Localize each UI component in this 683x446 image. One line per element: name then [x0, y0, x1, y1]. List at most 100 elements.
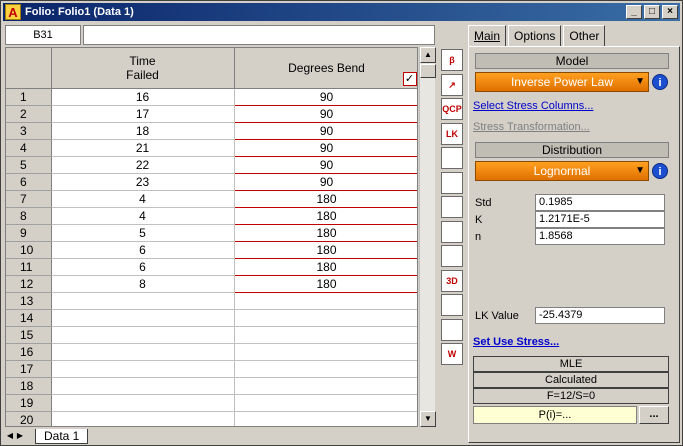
- formula-bar[interactable]: [83, 25, 435, 45]
- cell-degrees-bend[interactable]: [234, 394, 417, 412]
- row-header[interactable]: 9: [6, 224, 52, 242]
- tab-options[interactable]: Options: [508, 25, 562, 47]
- cell-time-failed[interactable]: 22: [51, 156, 235, 174]
- select-stress-columns-link[interactable]: Select Stress Columns...: [473, 100, 593, 112]
- scroll-down-arrow-icon[interactable]: ▼: [420, 411, 436, 427]
- row-header[interactable]: 2: [6, 105, 52, 123]
- plot-tool-icon[interactable]: ↗: [441, 73, 463, 96]
- model-info-icon[interactable]: i: [652, 74, 668, 90]
- cell-time-failed[interactable]: 6: [51, 241, 235, 259]
- cell-degrees-bend[interactable]: [234, 360, 417, 378]
- row-header[interactable]: 5: [6, 156, 52, 174]
- cell-time-failed[interactable]: 21: [51, 139, 235, 157]
- row-header[interactable]: 13: [6, 292, 52, 310]
- tag-tool-icon[interactable]: [441, 294, 463, 316]
- cell-degrees-bend[interactable]: 180: [233, 223, 417, 242]
- cell-time-failed[interactable]: 17: [51, 105, 235, 123]
- grid-tool-icon[interactable]: [441, 147, 463, 169]
- cell-time-failed[interactable]: 4: [51, 207, 235, 225]
- row-header[interactable]: 17: [6, 360, 52, 378]
- row-header[interactable]: 12: [6, 275, 52, 293]
- ocp-tool-icon[interactable]: QCP: [441, 98, 463, 120]
- cell-time-failed[interactable]: [51, 360, 235, 378]
- cell-time-failed[interactable]: 5: [51, 224, 235, 242]
- row-header[interactable]: 20: [6, 411, 52, 426]
- row-header[interactable]: 1: [6, 88, 52, 106]
- tab-main[interactable]: Main: [468, 25, 507, 47]
- scroll-thumb[interactable]: [420, 64, 436, 78]
- cell-time-failed[interactable]: 16: [51, 88, 235, 106]
- calc-tool-icon[interactable]: β: [441, 49, 463, 71]
- lk-tool-icon[interactable]: LK: [441, 122, 463, 145]
- cell-time-failed[interactable]: [51, 309, 235, 327]
- cell-time-failed[interactable]: [51, 394, 235, 412]
- sort-tool-icon[interactable]: [441, 220, 463, 243]
- cell-degrees-bend[interactable]: 90: [233, 121, 417, 140]
- column-header-time-failed[interactable]: Time Failed: [51, 48, 235, 89]
- tab-other[interactable]: Other: [563, 25, 606, 47]
- model-select[interactable]: Inverse Power Law ▼: [475, 72, 649, 92]
- title-bar[interactable]: A Folio: Folio1 (Data 1) _ □ ×: [3, 3, 680, 21]
- row-header[interactable]: 18: [6, 377, 52, 395]
- scroll-up-arrow-icon[interactable]: ▲: [420, 47, 436, 63]
- cell-degrees-bend[interactable]: 90: [233, 104, 417, 123]
- cell-degrees-bend[interactable]: 90: [233, 155, 417, 174]
- cell-time-failed[interactable]: 8: [51, 275, 235, 293]
- close-button[interactable]: ×: [662, 5, 678, 19]
- row-header[interactable]: 7: [6, 190, 52, 208]
- wizard-tool-icon[interactable]: [441, 318, 463, 341]
- row-header[interactable]: 3: [6, 122, 52, 140]
- row-header[interactable]: 6: [6, 173, 52, 191]
- filter-tool-icon[interactable]: [441, 171, 463, 194]
- row-header[interactable]: 10: [6, 241, 52, 259]
- cell-degrees-bend[interactable]: [234, 326, 417, 344]
- cell-time-failed[interactable]: [51, 326, 235, 344]
- cell-degrees-bend[interactable]: 180: [233, 274, 417, 293]
- cell-degrees-bend[interactable]: [234, 292, 417, 310]
- cell-degrees-bend[interactable]: [234, 377, 417, 395]
- corner-header[interactable]: [6, 48, 52, 89]
- cell-time-failed[interactable]: 18: [51, 122, 235, 140]
- cell-time-failed[interactable]: 23: [51, 173, 235, 191]
- row-header[interactable]: 11: [6, 258, 52, 276]
- estimation-method-button[interactable]: MLE: [473, 356, 669, 372]
- maximize-button[interactable]: □: [644, 5, 660, 19]
- probability-box[interactable]: P(i)=...: [473, 406, 637, 424]
- row-header[interactable]: 16: [6, 343, 52, 361]
- cell-time-failed[interactable]: [51, 343, 235, 361]
- set-use-stress-link[interactable]: Set Use Stress...: [473, 336, 559, 348]
- column-header-degrees-bend[interactable]: Degrees Bend ✓: [234, 48, 417, 89]
- 3d-tool-icon[interactable]: 3D: [441, 269, 463, 292]
- transfer-tool-icon[interactable]: [441, 245, 463, 267]
- cell-degrees-bend[interactable]: 90: [233, 172, 417, 191]
- cell-time-failed[interactable]: [51, 377, 235, 395]
- cell-degrees-bend[interactable]: [234, 411, 417, 426]
- report-tool-icon[interactable]: [441, 196, 463, 218]
- distribution-info-icon[interactable]: i: [652, 163, 668, 179]
- row-header[interactable]: 19: [6, 394, 52, 412]
- minimize-button[interactable]: _: [626, 5, 642, 19]
- cell-degrees-bend[interactable]: 90: [233, 138, 417, 157]
- cell-degrees-bend[interactable]: [234, 343, 417, 361]
- cell-degrees-bend[interactable]: [234, 309, 417, 327]
- row-header[interactable]: 8: [6, 207, 52, 225]
- sheet-next-arrow-icon[interactable]: ▶: [15, 430, 25, 442]
- cell-time-failed[interactable]: [51, 411, 235, 426]
- sheet-prev-arrow-icon[interactable]: ◀: [5, 430, 15, 442]
- more-options-button[interactable]: ...: [639, 406, 669, 424]
- cell-degrees-bend[interactable]: 180: [233, 240, 417, 259]
- cell-name-box[interactable]: B31: [5, 25, 81, 45]
- cell-degrees-bend[interactable]: 180: [233, 257, 417, 276]
- cell-degrees-bend[interactable]: 180: [233, 206, 417, 225]
- cell-time-failed[interactable]: [51, 292, 235, 310]
- cell-degrees-bend[interactable]: 180: [233, 189, 417, 208]
- sheet-tab-data-1[interactable]: Data 1: [35, 428, 89, 444]
- grid-vertical-scrollbar[interactable]: ▲ ▼: [419, 47, 436, 427]
- row-header[interactable]: 15: [6, 326, 52, 344]
- cell-degrees-bend[interactable]: 90: [233, 87, 417, 106]
- cell-time-failed[interactable]: 6: [51, 258, 235, 276]
- distribution-select[interactable]: Lognormal ▼: [475, 161, 649, 181]
- cell-time-failed[interactable]: 4: [51, 190, 235, 208]
- row-header[interactable]: 4: [6, 139, 52, 157]
- row-header[interactable]: 14: [6, 309, 52, 327]
